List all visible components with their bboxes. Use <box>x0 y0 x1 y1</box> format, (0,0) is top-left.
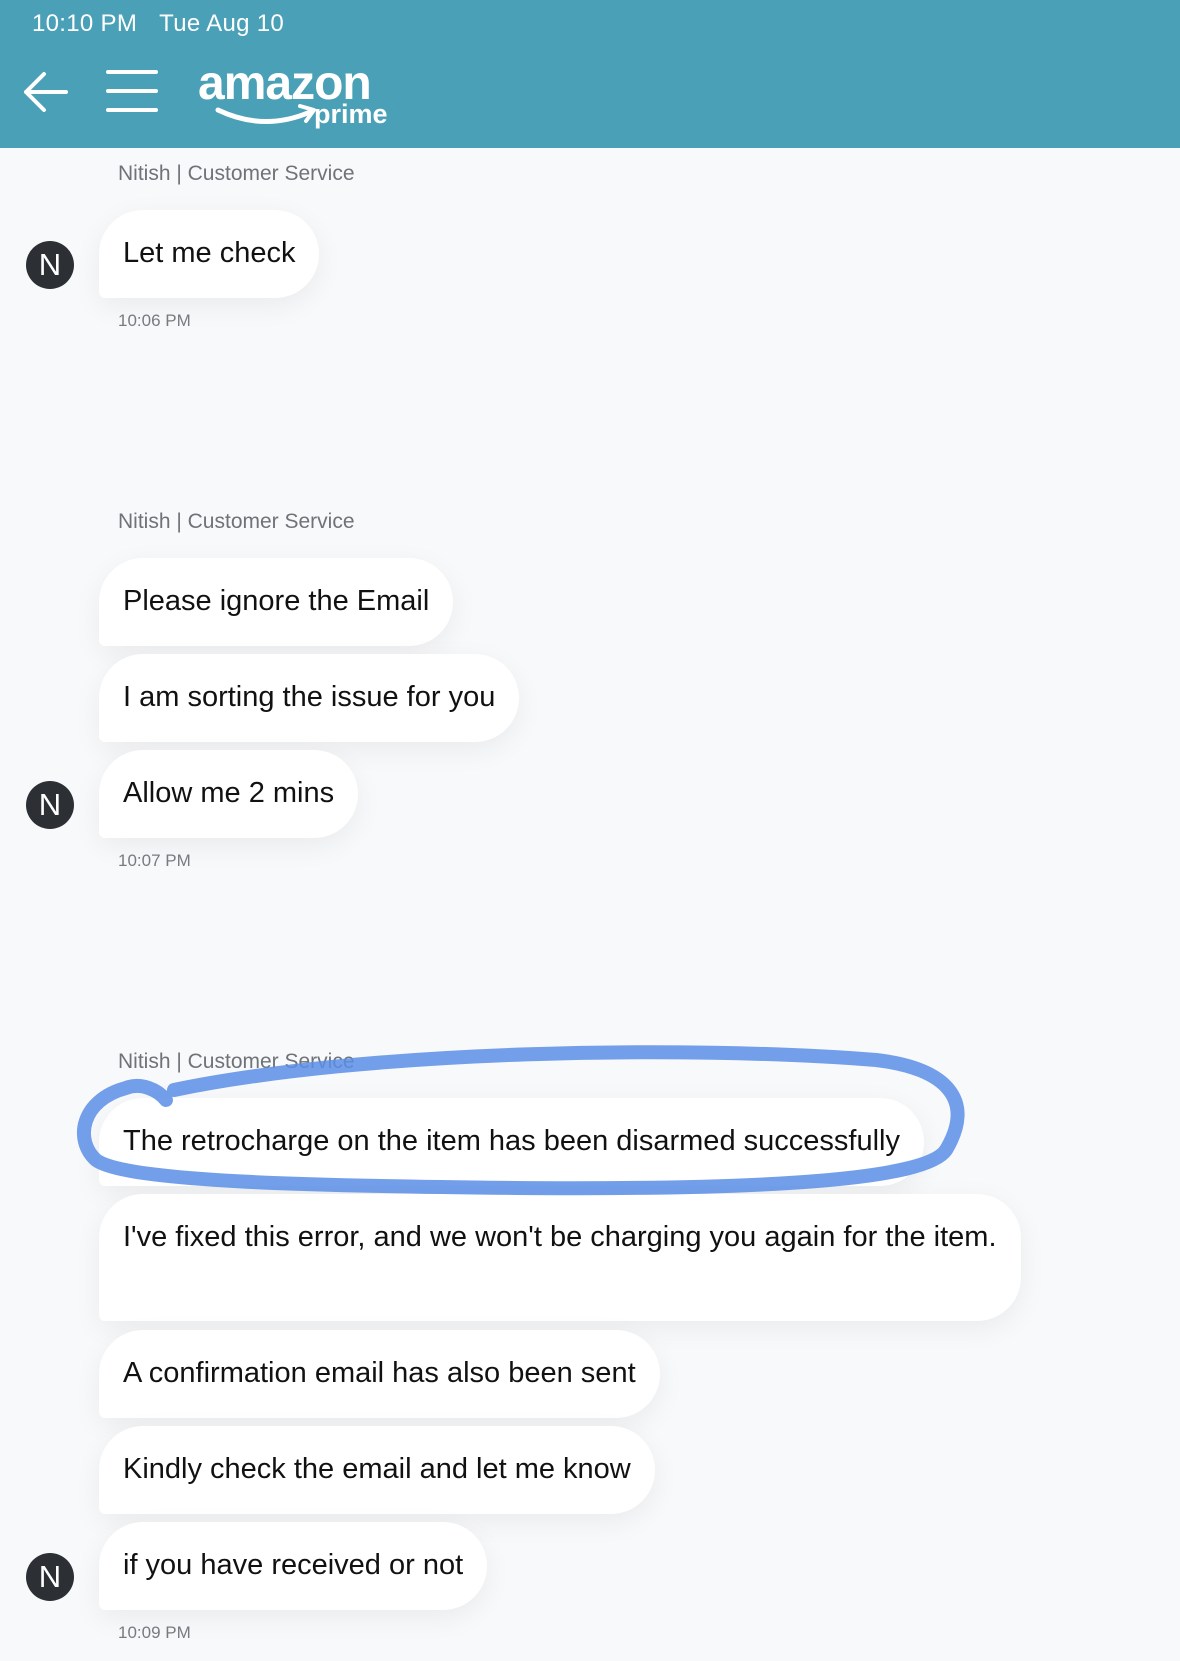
chat-transcript[interactable]: Nitish | Customer Service Let me check N… <box>0 148 1180 1661</box>
message-bubble: Let me check <box>99 210 320 298</box>
amazon-prime-logo[interactable]: amazon prime <box>198 58 408 134</box>
agent-avatar: N <box>26 1553 74 1601</box>
logo-prime: prime <box>314 99 388 129</box>
message-timestamp: 10:09 PM <box>118 1623 191 1642</box>
agent-avatar: N <box>26 241 74 289</box>
arrow-left-icon[interactable] <box>20 68 70 116</box>
status-bar: 10:10 PM Tue Aug 10 <box>32 10 284 38</box>
sender-label: Nitish | Customer Service <box>118 1050 355 1073</box>
message-bubble: Kindly check the email and let me know <box>99 1426 655 1514</box>
message-bubble: Please ignore the Email <box>99 558 454 646</box>
message-bubble: Allow me 2 mins <box>99 750 359 838</box>
status-time: 10:10 PM <box>32 10 138 37</box>
message-timestamp: 10:06 PM <box>118 311 191 330</box>
message-bubble: I've fixed this error, and we won't be c… <box>99 1194 1021 1321</box>
smile-arrow-icon <box>215 104 316 124</box>
message-bubble: if you have received or not <box>99 1522 488 1610</box>
message-bubble: A confirmation email has also been sent <box>99 1330 660 1418</box>
hamburger-menu-icon[interactable] <box>106 68 158 114</box>
sender-label: Nitish | Customer Service <box>118 162 355 185</box>
app-header: 10:10 PM Tue Aug 10 amazon prime <box>0 0 1180 148</box>
message-bubble: I am sorting the issue for you <box>99 654 520 742</box>
message-timestamp: 10:07 PM <box>118 851 191 870</box>
message-bubble-highlighted: The retrocharge on the item has been dis… <box>99 1098 924 1186</box>
status-date: Tue Aug 10 <box>159 10 285 37</box>
agent-avatar: N <box>26 781 74 829</box>
sender-label: Nitish | Customer Service <box>118 510 355 533</box>
